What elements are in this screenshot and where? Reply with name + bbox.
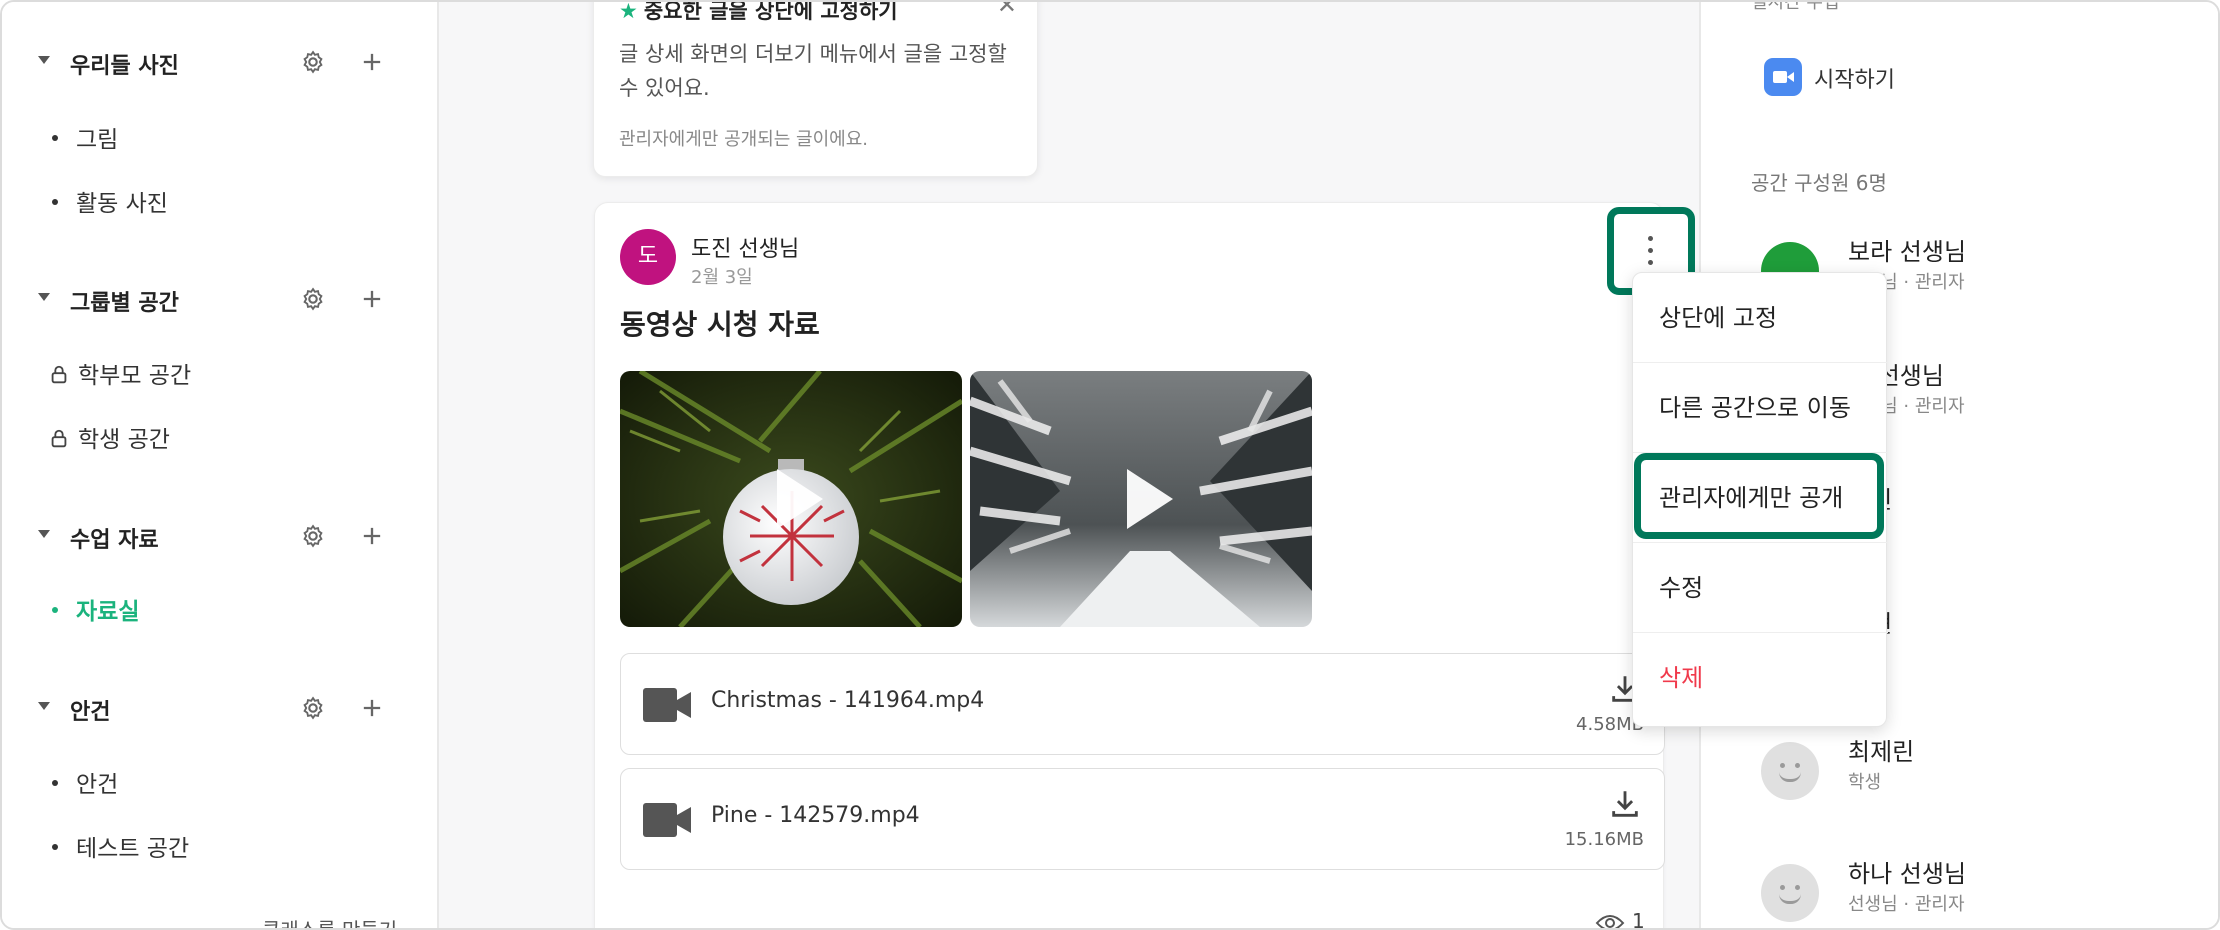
video-thumbnail-christmas[interactable]	[620, 371, 962, 627]
section-title: 그룹별 공간	[70, 291, 179, 316]
view-count: 1	[1632, 909, 1645, 930]
post-card: 도 도진 선생님 2월 3일 동영상 시청 자료 Christmas - 141…	[594, 202, 1665, 930]
members-header: 공간 구성원 6명	[1751, 171, 1887, 195]
tip-title: ★ 중요한 글을 상단에 고정하기	[619, 0, 898, 25]
sidebar-item-label: 학부모 공간	[78, 363, 192, 389]
app-frame: 우리들 사진 그림 활동 사진 그룹별 공간 학부모 공간 학생 공간 수업 자…	[0, 0, 2220, 930]
section-title: 수업 자료	[70, 528, 159, 553]
menu-item-edit[interactable]: 수정	[1633, 543, 1888, 633]
member-name: 최제린	[1848, 738, 1915, 766]
sidebar-item-resource-room[interactable]: 자료실	[52, 592, 139, 626]
gear-icon[interactable]	[299, 522, 327, 550]
bullet-icon	[52, 843, 58, 850]
video-file-icon	[643, 688, 691, 722]
more-vertical-icon	[1648, 248, 1653, 253]
gear-icon[interactable]	[299, 285, 327, 313]
menu-item-pin-to-top[interactable]: 상단에 고정	[1633, 273, 1888, 363]
tip-footer: 관리자에게만 공개되는 글이에요.	[619, 129, 869, 150]
play-icon[interactable]	[777, 469, 823, 529]
main-content: ★ 중요한 글을 상단에 고정하기 ✕ 글 상세 화면의 더보기 메뉴에서 글을 …	[439, 0, 1699, 930]
sidebar-section-class-materials[interactable]: 수업 자료	[2, 512, 439, 562]
bullet-icon	[52, 134, 58, 141]
sidebar-section-groups[interactable]: 그룹별 공간	[2, 275, 439, 325]
tip-title-text: 중요한 글을 상단에 고정하기	[643, 0, 898, 23]
file-attachment[interactable]: Pine - 142579.mp4 15.16MB	[620, 768, 1665, 870]
member-role: 선생님 · 관리자	[1848, 894, 1965, 915]
sidebar-section-photos[interactable]: 우리들 사진	[2, 38, 439, 88]
lock-icon	[51, 429, 67, 447]
more-vertical-icon	[1648, 236, 1653, 241]
sidebar-section-agenda[interactable]: 안건	[2, 684, 439, 734]
sidebar-item-label: 그림	[76, 127, 119, 153]
bullet-icon	[52, 606, 58, 613]
file-name: Pine - 142579.mp4	[711, 803, 920, 828]
caret-down-icon[interactable]	[38, 56, 50, 64]
gear-icon[interactable]	[299, 48, 327, 76]
avatar	[1761, 742, 1819, 800]
caret-down-icon[interactable]	[38, 702, 50, 710]
gear-icon[interactable]	[299, 694, 327, 722]
sidebar-item-label: 안건	[76, 772, 119, 798]
member-role: 학생	[1848, 772, 1882, 793]
sidebar-item-label: 자료실	[76, 599, 140, 625]
sidebar-item-test-space[interactable]: 테스트 공간	[52, 829, 189, 863]
bullet-icon	[52, 198, 58, 205]
plus-icon[interactable]	[358, 285, 386, 313]
post-author[interactable]: 도진 선생님	[691, 231, 799, 263]
pin-tip-card: ★ 중요한 글을 상단에 고정하기 ✕ 글 상세 화면의 더보기 메뉴에서 글을 …	[593, 0, 1038, 177]
member-name: 보라 선생님	[1848, 238, 1967, 266]
sidebar-item-drawing[interactable]: 그림	[52, 120, 118, 154]
sidebar-item-label: 학생 공간	[78, 427, 170, 453]
avatar[interactable]: 도	[620, 229, 676, 285]
plus-icon[interactable]	[358, 694, 386, 722]
file-size: 15.16MB	[1564, 829, 1644, 850]
section-title: 안건	[70, 700, 111, 725]
avatar	[1761, 864, 1819, 922]
caret-down-icon[interactable]	[38, 293, 50, 301]
video-file-icon	[643, 803, 691, 837]
sidebar-item-label: 테스트 공간	[76, 836, 190, 862]
create-classroom-link[interactable]: 클래스룸 만들기	[262, 914, 397, 928]
post-date: 2월 3일	[691, 267, 753, 288]
tip-body: 글 상세 화면의 더보기 메뉴에서 글을 고정할 수 있어요.	[619, 42, 1007, 100]
sidebar-item-agenda[interactable]: 안건	[52, 765, 118, 799]
member-item[interactable]: 최제린 학생	[1761, 738, 2218, 822]
download-icon[interactable]	[1608, 787, 1642, 821]
file-name: Christmas - 141964.mp4	[711, 688, 985, 713]
menu-item-highlight	[1634, 453, 1884, 539]
menu-item-delete[interactable]: 삭제	[1633, 633, 1888, 723]
eye-icon	[1595, 915, 1625, 928]
plus-icon[interactable]	[358, 522, 386, 550]
play-icon[interactable]	[1127, 469, 1173, 529]
sidebar-item-parents-space[interactable]: 학부모 공간	[48, 356, 191, 390]
sidebar-item-activity-photos[interactable]: 활동 사진	[52, 184, 168, 218]
start-meeting-link[interactable]: 시작하기	[1814, 62, 1895, 94]
live-class-label: 실시간 수업	[1751, 0, 1840, 13]
more-vertical-icon	[1648, 260, 1653, 265]
section-title: 우리들 사진	[70, 54, 179, 79]
close-icon[interactable]: ✕	[997, 2, 1017, 19]
sidebar-item-students-space[interactable]: 학생 공간	[48, 420, 170, 454]
plus-icon[interactable]	[358, 48, 386, 76]
post-title: 동영상 시청 자료	[620, 308, 820, 341]
pin-icon: ★	[619, 0, 638, 23]
member-name: 하나 선생님	[1848, 860, 1967, 888]
video-call-icon[interactable]	[1764, 58, 1802, 96]
menu-item-move-space[interactable]: 다른 공간으로 이동	[1633, 363, 1888, 453]
caret-down-icon[interactable]	[38, 530, 50, 538]
sidebar: 우리들 사진 그림 활동 사진 그룹별 공간 학부모 공간 학생 공간 수업 자…	[2, 2, 439, 928]
video-thumbnail-pine[interactable]	[970, 371, 1312, 627]
bullet-icon	[52, 779, 58, 786]
member-item[interactable]: 하나 선생님 선생님 · 관리자	[1761, 860, 2218, 928]
file-attachment[interactable]: Christmas - 141964.mp4 4.58MB	[620, 653, 1665, 755]
lock-icon	[51, 365, 67, 383]
sidebar-item-label: 활동 사진	[76, 191, 168, 217]
